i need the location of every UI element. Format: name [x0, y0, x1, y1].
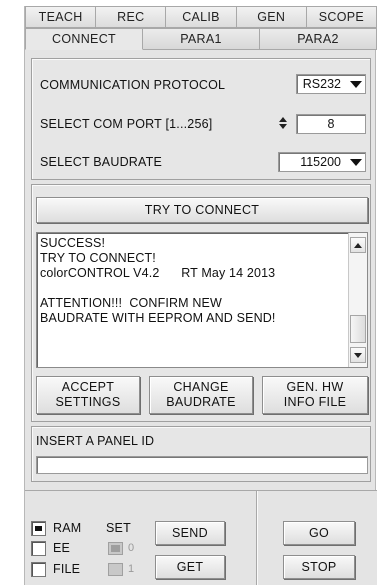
get-button[interactable]: GET	[155, 555, 225, 579]
scroll-down-icon[interactable]	[350, 347, 366, 363]
log-line: colorCONTROL V4.2 RT May 14 2013	[40, 266, 276, 280]
set-0-label: 0	[128, 542, 135, 554]
panel-id-input[interactable]	[36, 456, 368, 474]
try-to-connect-button[interactable]: TRY TO CONNECT	[36, 197, 368, 223]
tab-row-2: CONNECT PARA1 PARA2	[25, 28, 377, 50]
com-port-label: SELECT COM PORT [1...256]	[40, 117, 213, 131]
tab-para2[interactable]: PARA2	[260, 28, 377, 50]
tab-row-1: TEACH REC CALIB GEN SCOPE	[25, 6, 378, 28]
set-0-indicator	[108, 542, 123, 555]
ee-label: EE	[53, 541, 71, 555]
baudrate-value: 115200	[300, 155, 341, 169]
go-button[interactable]: GO	[283, 521, 355, 545]
chevron-down-icon	[347, 158, 365, 166]
stop-button[interactable]: STOP	[283, 555, 355, 579]
set-1-label: 1	[128, 563, 135, 575]
set-label: SET	[106, 521, 131, 535]
file-label: FILE	[53, 562, 81, 576]
log-line: ATTENTION!!! CONFIRM NEW	[40, 296, 222, 310]
protocol-dropdown[interactable]: RS232	[296, 74, 366, 94]
app-window: TEACH REC CALIB GEN SCOPE CONNECT PARA1 …	[24, 6, 378, 585]
com-port-stepper[interactable]	[278, 114, 288, 132]
file-checkbox[interactable]	[31, 562, 46, 577]
tab-para1[interactable]: PARA1	[143, 28, 260, 50]
ee-checkbox[interactable]	[31, 541, 46, 556]
panel-id-panel: INSERT A PANEL ID	[31, 426, 371, 482]
tab-connect[interactable]: CONNECT	[25, 28, 143, 50]
scroll-up-icon[interactable]	[350, 237, 366, 253]
tab-gen[interactable]: GEN	[236, 6, 307, 28]
section-divider	[256, 491, 258, 585]
gen-hw-info-file-button[interactable]: GEN. HW INFO FILE	[262, 376, 368, 414]
ram-label: RAM	[53, 521, 82, 535]
stepper-up-icon[interactable]	[279, 117, 287, 122]
log-scrollbar[interactable]	[348, 233, 367, 367]
connect-panel: TRY TO CONNECT SUCCESS! TRY TO CONNECT! …	[31, 184, 371, 422]
tab-scope[interactable]: SCOPE	[306, 6, 378, 28]
com-port-input[interactable]: 8	[296, 114, 366, 134]
set-1-indicator	[108, 563, 123, 576]
change-baudrate-button[interactable]: CHANGE BAUDRATE	[149, 376, 253, 414]
ram-checkbox[interactable]	[31, 521, 46, 536]
baudrate-label: SELECT BAUDRATE	[40, 155, 163, 169]
tab-teach[interactable]: TEACH	[25, 6, 97, 28]
protocol-label: COMMUNICATION PROTOCOL	[40, 78, 226, 92]
accept-settings-button[interactable]: ACCEPT SETTINGS	[36, 376, 140, 414]
tab-rec[interactable]: REC	[96, 6, 167, 28]
log-line: BAUDRATE WITH EEPROM AND SEND!	[40, 311, 276, 325]
log-text: SUCCESS! TRY TO CONNECT! colorCONTROL V4…	[40, 236, 345, 326]
log-line: SUCCESS!	[40, 236, 106, 250]
scroll-thumb[interactable]	[350, 315, 366, 343]
bottom-controls: RAM SET EE 0 FILE 1 SEND GET GO STOP	[25, 490, 377, 585]
protocol-value: RS232	[302, 77, 341, 91]
tab-calib[interactable]: CALIB	[166, 6, 237, 28]
send-button[interactable]: SEND	[155, 521, 225, 545]
panel-id-label: INSERT A PANEL ID	[36, 434, 155, 448]
log-line: TRY TO CONNECT!	[40, 251, 156, 265]
stepper-down-icon[interactable]	[279, 124, 287, 129]
log-textbox[interactable]: SUCCESS! TRY TO CONNECT! colorCONTROL V4…	[36, 232, 368, 368]
chevron-down-icon	[347, 80, 365, 88]
communication-panel: COMMUNICATION PROTOCOL RS232 SELECT COM …	[31, 58, 371, 180]
baudrate-dropdown[interactable]: 115200	[278, 152, 366, 172]
